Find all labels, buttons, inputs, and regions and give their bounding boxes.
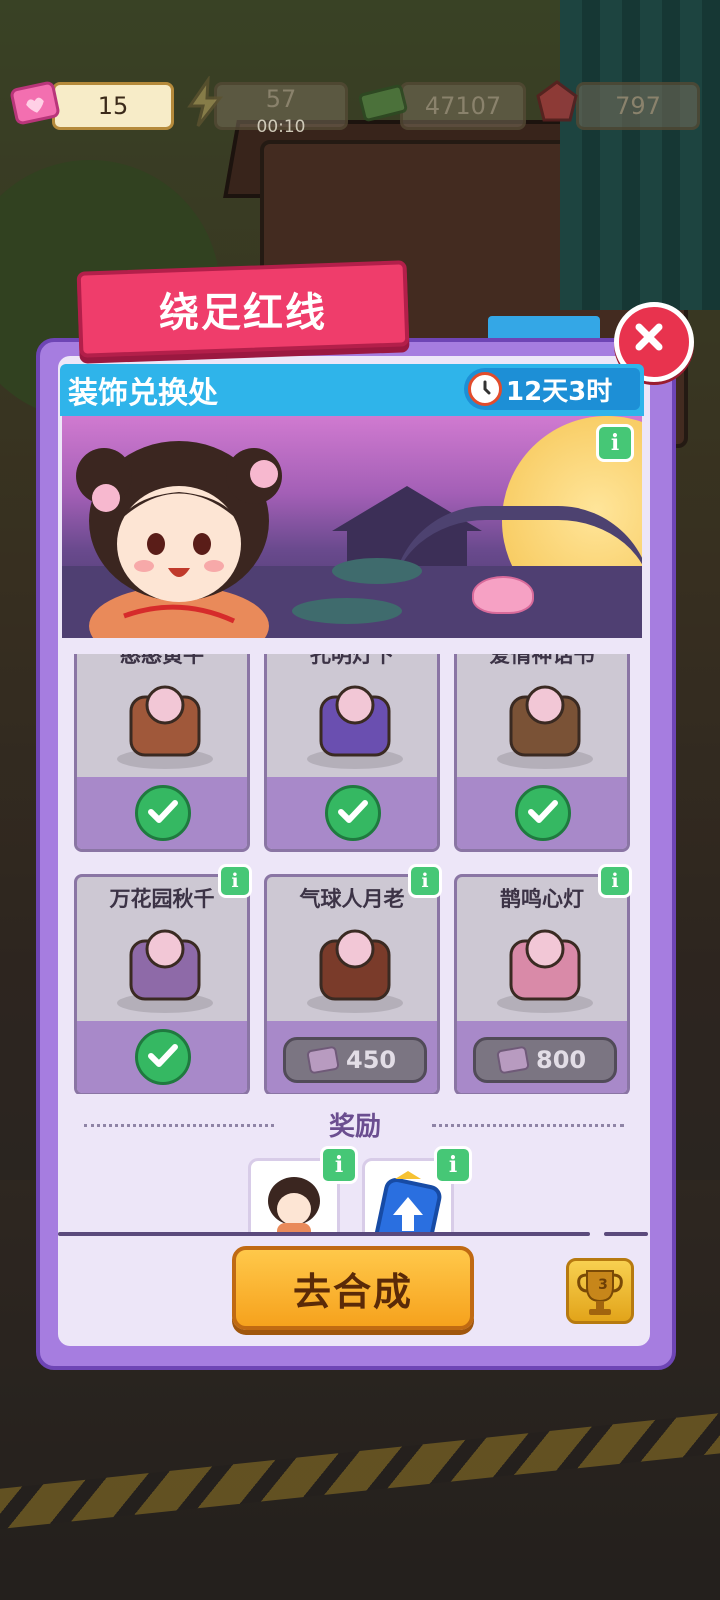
gem-counter[interactable]: 797 [576,82,700,130]
event-title: 绕足红线 [159,290,327,336]
trophy-level: 3 [598,1277,608,1293]
close-icon [635,323,663,351]
reward-info-button[interactable]: i [434,1146,472,1184]
info-icon: i [610,430,620,456]
decoration-card[interactable]: 万花园秋千 [74,874,250,1094]
owned-check-icon [135,785,191,841]
banner-title: 装饰兑换处 [68,376,218,411]
decoration-card[interactable]: 爱情神话书 [454,654,630,852]
decoration-name: 孔明灯下 [310,654,394,667]
divider-line [432,1124,624,1127]
event-time-left: 12天3时 [506,376,613,407]
redeem-price-button[interactable]: 800 [473,1037,617,1083]
event-title-ribbon: 绕足红线 [76,260,410,358]
footer-divider [604,1232,648,1236]
reward-info-button[interactable]: i [320,1146,358,1184]
trophy-button[interactable]: 3 [566,1258,634,1324]
info-icon: i [231,870,239,892]
gem-count: 797 [615,92,661,120]
rewards-title: 奖励 [328,1112,381,1142]
energy-counter[interactable]: 57 00:10 [214,82,348,137]
decoration-card[interactable]: 气球人月老 450 [264,874,440,1094]
lotus-illustration [472,576,534,614]
decoration-art [497,929,593,1013]
energy-count: 57 [265,85,297,113]
info-icon: i [334,1152,344,1178]
energy-timer: 00:10 [256,117,306,137]
price-value: 800 [536,1046,587,1074]
banner-info-button[interactable]: i [596,424,634,462]
decoration-card[interactable]: 孔明灯下 [264,654,440,852]
ticket-icon [306,1046,340,1074]
info-icon: i [421,870,429,892]
decoration-info-button[interactable]: i [218,864,252,898]
price-value: 450 [346,1046,397,1074]
event-banner-illustration: i [62,416,642,638]
footer-divider [58,1232,590,1236]
decoration-name: 爱情神话书 [489,654,595,667]
decoration-art [497,685,593,769]
owned-check-icon [515,785,571,841]
decoration-card[interactable]: 憨憨黄牛 [74,654,250,852]
ticket-icon [10,81,60,125]
ticket-icon [496,1046,530,1074]
owned-check-icon [325,785,381,841]
lilypad-illustration [332,558,422,584]
ruby-icon [536,80,578,122]
owned-check-icon [135,1029,191,1085]
divider-line [84,1124,274,1127]
go-merge-label: 去合成 [292,1269,413,1314]
character-illustration [76,441,282,638]
redeem-price-button[interactable]: 450 [283,1037,427,1083]
panel-tab-accent [488,316,600,338]
info-icon: i [448,1152,458,1178]
cash-counter[interactable]: 47107 [400,82,526,130]
lightning-icon [187,76,224,127]
decoration-name: 憨憨黄牛 [120,654,204,667]
decoration-art [117,929,213,1013]
decoration-grid[interactable]: 憨憨黄牛i孔明灯下i爱情神话书i万花园秋千i气球人月老450i鹊鸣心灯800i [62,654,642,1094]
decoration-art [307,685,403,769]
decoration-art [117,685,213,769]
go-merge-button[interactable]: 去合成 [232,1246,474,1330]
ticket-count: 15 [97,92,129,120]
cash-icon [358,84,408,122]
ticket-counter[interactable]: 15 [52,82,174,130]
info-icon: i [611,870,619,892]
clock-icon [468,372,502,406]
decoration-art [307,929,403,1013]
decoration-info-button[interactable]: i [598,864,632,898]
decoration-info-button[interactable]: i [408,864,442,898]
decoration-card[interactable]: 鹊鸣心灯 800 [454,874,630,1094]
cash-count: 47107 [424,92,502,120]
lilypad-illustration [292,598,402,624]
